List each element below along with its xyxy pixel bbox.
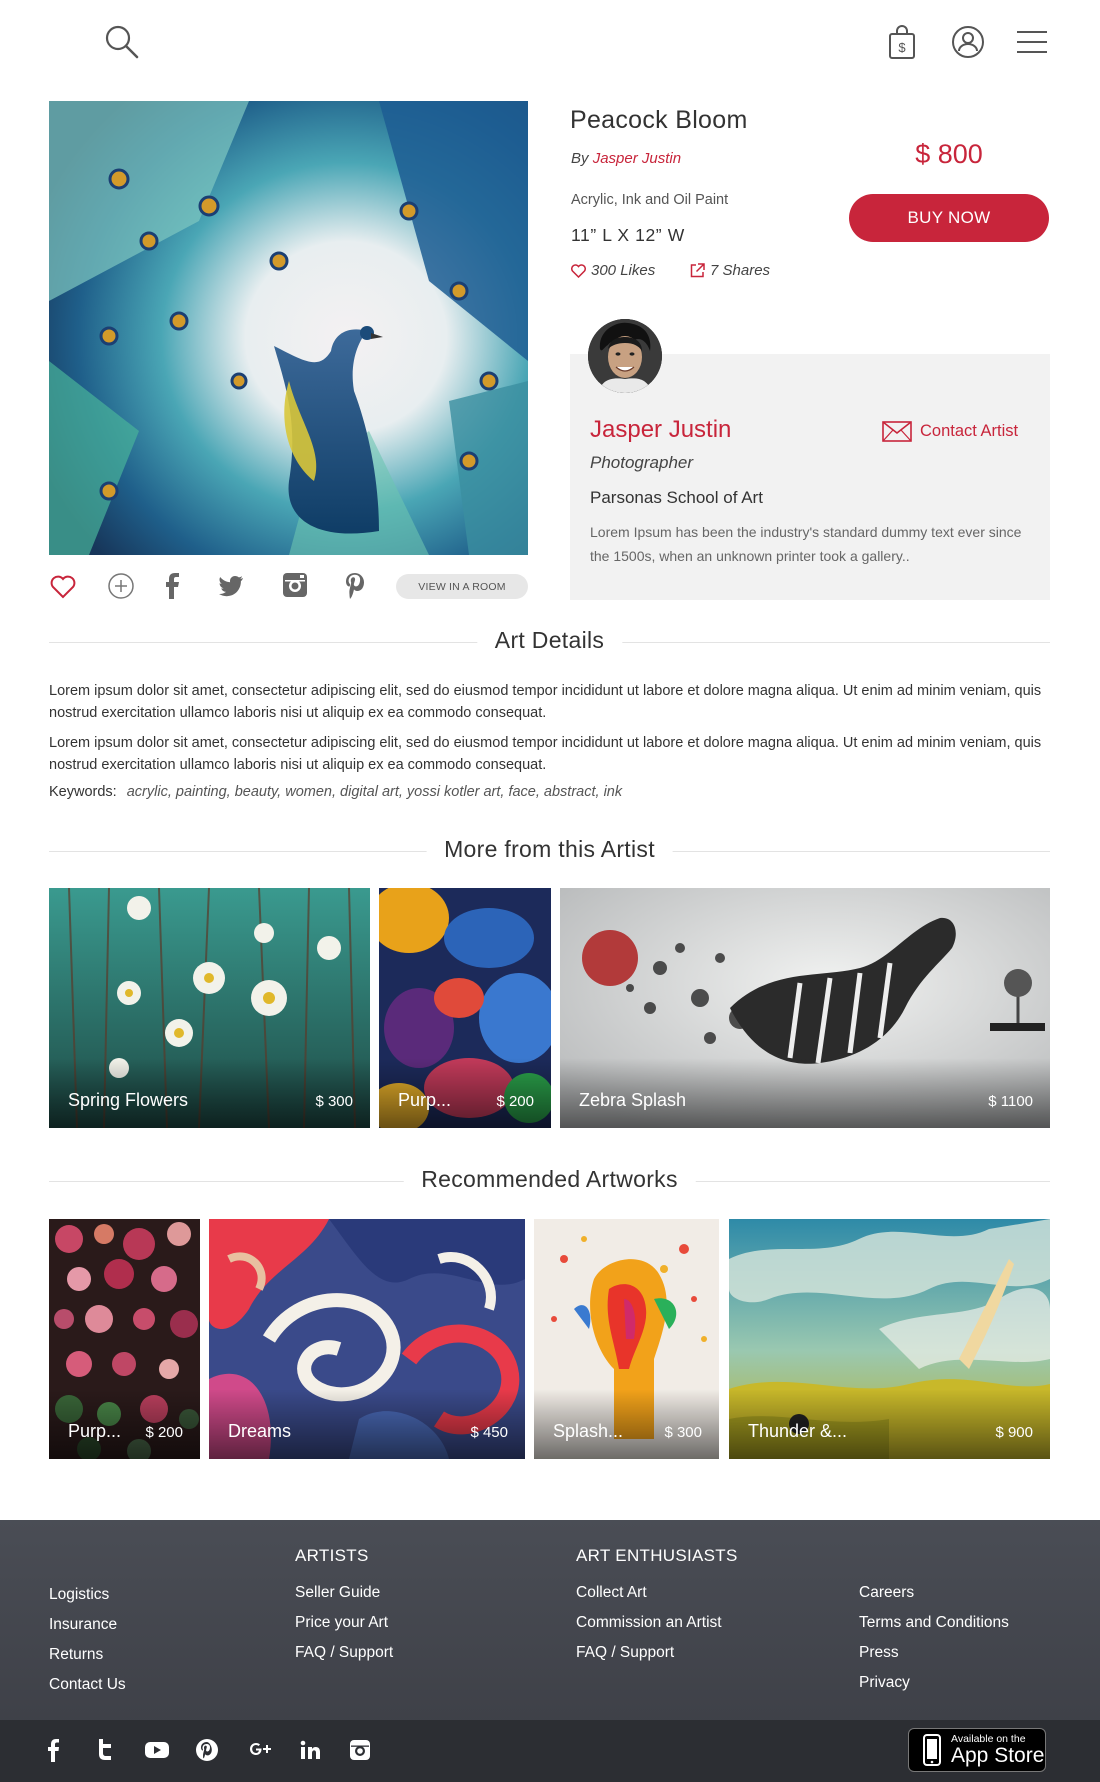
footer-link[interactable]: FAQ / Support — [295, 1638, 393, 1668]
artwork-size: 11” L X 12” W — [571, 225, 685, 245]
tile-title: Splash... — [553, 1421, 624, 1441]
facebook-icon[interactable] — [46, 1738, 60, 1767]
contact-artist-button[interactable]: Contact Artist — [882, 421, 1018, 442]
artist-school: Parsonas School of Art — [590, 488, 763, 507]
user-icon[interactable] — [950, 24, 986, 60]
footer-link[interactable]: FAQ / Support — [576, 1638, 738, 1668]
byline-prefix: By — [571, 150, 589, 167]
tile-price: $ 200 — [496, 1093, 534, 1110]
artist-avatar[interactable] — [588, 319, 662, 393]
twitter-icon[interactable] — [219, 572, 245, 603]
art-details-heading: Art Details — [49, 627, 1050, 657]
tile-price: $ 200 — [145, 1424, 183, 1441]
tile-title: Thunder &... — [748, 1421, 848, 1441]
artist-role: Photographer — [590, 453, 694, 472]
tile-price: $ 300 — [315, 1093, 353, 1110]
menu-icon[interactable] — [1015, 26, 1049, 58]
footer-link[interactable]: Contact Us — [49, 1670, 126, 1700]
tile-title: Zebra Splash — [579, 1090, 687, 1110]
twitter-icon[interactable] — [94, 1738, 114, 1767]
artwork-tile[interactable]: Zebra Splash $ 1100 — [560, 888, 1050, 1128]
facebook-icon[interactable] — [162, 572, 182, 605]
tile-title: Spring Flowers — [68, 1090, 189, 1110]
details-paragraph-1: Lorem ipsum dolor sit amet, consectetur … — [49, 683, 1042, 721]
heart-icon[interactable] — [49, 572, 77, 605]
footer-column-1: Logistics Insurance Returns Contact Us — [49, 1580, 126, 1700]
footer-link[interactable]: Insurance — [49, 1610, 126, 1640]
linkedin-icon[interactable] — [299, 1738, 321, 1767]
artist-name[interactable]: Jasper Justin — [590, 416, 731, 444]
artwork-tile[interactable]: Purp... $ 200 — [49, 1219, 200, 1459]
instagram-icon[interactable] — [349, 1738, 371, 1767]
artwork-tile[interactable]: Spring Flowers $ 300 — [49, 888, 370, 1128]
heart-small-icon — [571, 263, 586, 278]
footer-link[interactable]: Collect Art — [576, 1578, 738, 1608]
artwork-price: $ 800 — [915, 139, 983, 169]
artwork-actions: VIEW IN A ROOM — [49, 570, 528, 604]
footer-column-enthusiasts: ART ENTHUSIASTS Collect Art Commission a… — [576, 1546, 738, 1668]
keywords: Keywords: acrylic, painting, beauty, wom… — [49, 784, 622, 800]
top-header: $ — [0, 0, 1100, 86]
artwork-tile[interactable]: Dreams $ 450 — [209, 1219, 525, 1459]
shares-count[interactable]: 7 Shares — [690, 262, 770, 279]
artwork-image[interactable] — [49, 101, 528, 555]
footer-link[interactable]: Terms and Conditions — [859, 1608, 1009, 1638]
details-paragraph-2: Lorem ipsum dolor sit amet, consectetur … — [49, 735, 1042, 773]
phone-icon — [923, 1734, 941, 1766]
search-icon[interactable] — [102, 22, 142, 62]
tile-price: $ 300 — [664, 1424, 702, 1441]
envelope-icon — [882, 421, 912, 442]
app-store-line2: App Store — [951, 1744, 1045, 1767]
section-title: Recommended Artworks — [403, 1166, 696, 1193]
artwork-title: Peacock Bloom — [570, 106, 748, 134]
tile-price: $ 450 — [470, 1424, 508, 1441]
likes-label: 300 Likes — [591, 262, 656, 279]
view-in-room-button[interactable]: VIEW IN A ROOM — [396, 574, 528, 599]
keywords-list: acrylic, painting, beauty, women, digita… — [126, 784, 623, 800]
footer-link[interactable]: Commission an Artist — [576, 1608, 738, 1638]
tile-price: $ 1100 — [988, 1093, 1033, 1110]
google-plus-icon[interactable] — [247, 1738, 273, 1767]
contact-artist-label: Contact Artist — [920, 422, 1019, 440]
footer-link[interactable]: Privacy — [859, 1668, 1009, 1698]
recommended-heading: Recommended Artworks — [49, 1166, 1050, 1196]
pinterest-icon[interactable] — [344, 572, 366, 605]
artist-link[interactable]: Jasper Justin — [593, 150, 681, 167]
buy-now-button[interactable]: BUY NOW — [849, 194, 1049, 242]
footer-link[interactable]: Press — [859, 1638, 1009, 1668]
section-title: Art Details — [476, 627, 623, 654]
add-icon[interactable] — [107, 572, 135, 605]
tile-price: $ 900 — [995, 1424, 1033, 1441]
youtube-icon[interactable] — [144, 1738, 170, 1767]
footer-link[interactable]: Returns — [49, 1640, 126, 1670]
footer-link[interactable]: Logistics — [49, 1580, 126, 1610]
tile-title: Purp... — [68, 1421, 122, 1441]
footer-link[interactable]: Seller Guide — [295, 1578, 393, 1608]
artwork-byline: By Jasper Justin — [571, 150, 681, 167]
likes-count[interactable]: 300 Likes — [571, 262, 655, 279]
shopping-bag-icon[interactable]: $ — [885, 22, 919, 62]
pinterest-icon[interactable] — [195, 1738, 219, 1767]
artwork-tile[interactable]: Thunder &... $ 900 — [729, 1219, 1050, 1459]
artwork-tile[interactable]: Purp... $ 200 — [379, 888, 551, 1128]
tile-title: Purp... — [398, 1090, 452, 1110]
artist-bio: Lorem Ipsum has been the industry's stan… — [590, 524, 1022, 564]
footer-heading: ARTISTS — [295, 1546, 369, 1565]
footer-column-4: Careers Terms and Conditions Press Priva… — [859, 1578, 1009, 1698]
svg-text:$: $ — [898, 40, 906, 55]
footer-link[interactable]: Price your Art — [295, 1608, 393, 1638]
section-title: More from this Artist — [426, 836, 673, 863]
more-from-artist-heading: More from this Artist — [49, 836, 1050, 866]
footer-column-artists: ARTISTS Seller Guide Price your Art FAQ … — [295, 1546, 393, 1668]
artwork-tile[interactable]: Splash... $ 300 — [534, 1219, 719, 1459]
shares-label: 7 Shares — [710, 262, 771, 279]
keywords-label: Keywords: — [49, 784, 117, 800]
app-store-badge[interactable]: Available on the App Store — [908, 1728, 1046, 1772]
artwork-medium: Acrylic, Ink and Oil Paint — [571, 192, 729, 208]
share-icon — [690, 263, 705, 278]
footer-link[interactable]: Careers — [859, 1578, 1009, 1608]
instagram-icon[interactable] — [282, 572, 308, 603]
footer-heading: ART ENTHUSIASTS — [576, 1546, 738, 1565]
tile-title: Dreams — [228, 1421, 292, 1441]
